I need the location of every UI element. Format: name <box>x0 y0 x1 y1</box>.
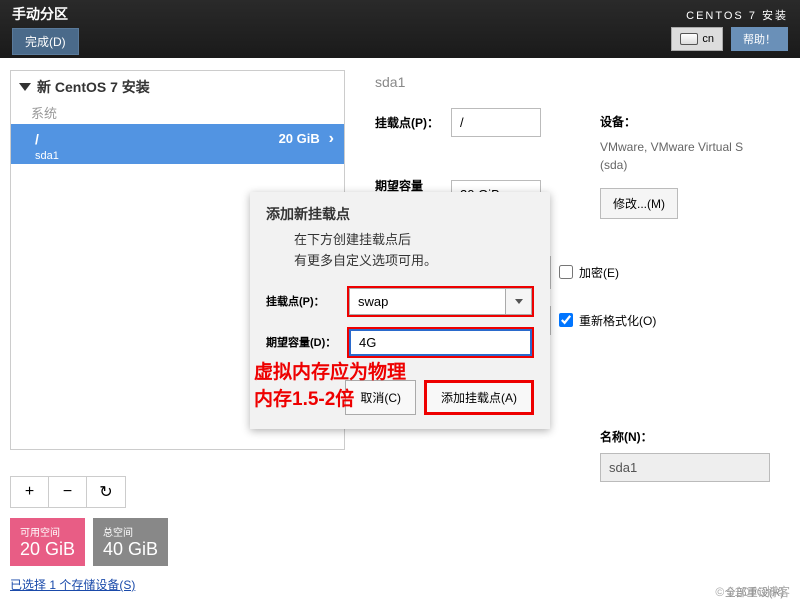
device-section-label: 设备： <box>600 113 770 130</box>
bottom-section: + − ↻ 可用空间 20 GiB 总空间 40 GiB 已选择 1 个存储设备… <box>10 476 345 594</box>
encrypt-label: 加密(E) <box>579 264 619 281</box>
modal-mount-label: 挂载点(P)： <box>266 293 341 309</box>
modal-mount-row: 挂载点(P)： swap <box>266 286 534 317</box>
reformat-checkbox[interactable] <box>559 313 573 327</box>
partition-device: sda1 <box>35 150 334 162</box>
name-input[interactable] <box>600 453 770 482</box>
modal-buttons: 取消(C) 添加挂载点(A) <box>266 380 534 415</box>
installer-title: CENTOS 7 安装 <box>686 7 788 23</box>
modal-desc: 在下方创建挂载点后 有更多自定义选项可用。 <box>266 230 534 272</box>
name-label: 名称(N)： <box>600 428 668 445</box>
space-boxes: 可用空间 20 GiB 总空间 40 GiB <box>10 518 345 566</box>
modal-capacity-input[interactable] <box>349 329 532 356</box>
add-mount-modal: 添加新挂载点 在下方创建挂载点后 有更多自定义选项可用。 挂载点(P)： swa… <box>250 192 550 429</box>
total-space-box: 总空间 40 GiB <box>93 518 168 566</box>
keyboard-icon <box>680 33 698 45</box>
cancel-button[interactable]: 取消(C) <box>345 380 416 415</box>
header: 手动分区 完成(D) CENTOS 7 安装 cn 帮助！ <box>0 0 800 58</box>
modal-title: 添加新挂载点 <box>266 204 534 224</box>
chevron-down-icon <box>19 83 31 91</box>
page-title: 手动分区 <box>12 4 79 24</box>
modify-button[interactable]: 修改...(M) <box>600 188 678 219</box>
header-controls: cn 帮助！ <box>671 27 788 51</box>
modal-capacity-label: 期望容量(D)： <box>266 334 341 350</box>
modal-capacity-row: 期望容量(D)： <box>266 327 534 358</box>
partition-item-root[interactable]: / 20 GiB › sda1 <box>11 124 344 164</box>
partition-size: 20 GiB <box>279 131 320 146</box>
modal-mount-select-wrapper: swap <box>347 286 534 317</box>
available-space-box: 可用空间 20 GiB <box>10 518 85 566</box>
mount-label: 挂载点(P)： <box>375 114 443 131</box>
remove-partition-button[interactable]: − <box>49 477 87 507</box>
device-title: sda1 <box>375 74 780 90</box>
install-header-label: 新 CentOS 7 安装 <box>37 77 150 97</box>
modal-capacity-wrapper <box>347 327 534 358</box>
done-button[interactable]: 完成(D) <box>12 28 79 55</box>
watermark: © 51CTO博客 <box>715 583 790 600</box>
reload-button[interactable]: ↻ <box>87 477 125 507</box>
partition-buttons-row: + − ↻ <box>10 476 126 508</box>
add-mount-button[interactable]: 添加挂载点(A) <box>424 380 534 415</box>
storage-link[interactable]: 已选择 1 个存储设备(S) <box>10 578 135 592</box>
available-space-label: 可用空间 <box>20 524 75 539</box>
device-info-text: VMware, VMware Virtual S (sda) <box>600 138 770 174</box>
header-left: 手动分区 完成(D) <box>12 4 79 55</box>
partition-mount: / <box>35 131 39 147</box>
total-space-label: 总空间 <box>103 524 158 539</box>
encrypt-checkbox[interactable] <box>559 265 573 279</box>
keyboard-indicator[interactable]: cn <box>671 27 723 51</box>
modal-mount-dropdown-button[interactable] <box>506 288 532 315</box>
chevron-right-icon: › <box>324 130 334 147</box>
available-space-value: 20 GiB <box>20 539 75 560</box>
system-label: 系统 <box>11 103 344 122</box>
header-right: CENTOS 7 安装 cn 帮助！ <box>671 7 788 51</box>
install-header[interactable]: 新 CentOS 7 安装 <box>11 77 344 97</box>
modal-mount-input[interactable]: swap <box>349 288 506 315</box>
reformat-label: 重新格式化(O) <box>579 312 656 329</box>
help-button[interactable]: 帮助！ <box>731 27 788 51</box>
add-partition-button[interactable]: + <box>11 477 49 507</box>
total-space-value: 40 GiB <box>103 539 158 560</box>
mount-input[interactable] <box>451 108 541 137</box>
keyboard-layout-label: cn <box>702 33 714 45</box>
device-info-section: 设备： VMware, VMware Virtual S (sda) 修改...… <box>600 113 770 219</box>
chevron-down-icon <box>515 299 523 304</box>
